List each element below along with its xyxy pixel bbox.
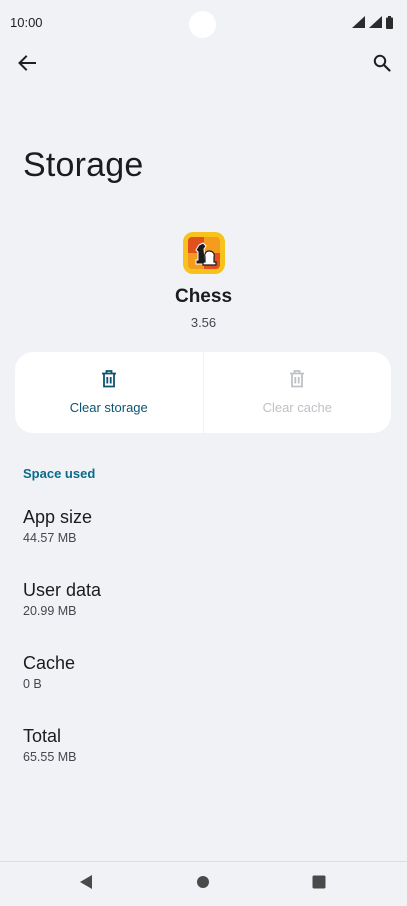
stat-app-size: App size 44.57 MB [23,507,92,545]
stat-value: 44.57 MB [23,531,77,545]
stat-label: User data [23,580,102,600]
nav-back-icon [79,874,93,895]
stat-value: 0 B [23,677,42,691]
camera-cutout [189,11,216,38]
search-button[interactable] [369,52,395,78]
search-icon [373,54,391,77]
wifi-icon [352,16,365,28]
chess-app-icon [182,232,225,274]
stat-label: App size [23,507,93,527]
stat-label: Cache [23,653,76,673]
nav-back-button[interactable] [64,862,108,906]
status-icons [352,15,393,29]
stat-cache: Cache 0 B [23,653,75,691]
nav-recents-icon [312,875,326,894]
stat-value: 65.55 MB [23,750,77,764]
stat-value: 20.99 MB [23,604,77,618]
app-name: Chess [174,286,233,307]
page-title: Storage [23,146,144,184]
trash-icon [289,370,305,393]
clear-storage-button[interactable]: Clear storage [15,352,203,433]
clear-storage-label: Clear storage [69,400,148,415]
stat-total: Total 65.55 MB [23,726,77,764]
back-button[interactable] [14,52,40,78]
system-nav-bar [0,861,407,906]
section-header-space-used: Space used [23,466,96,481]
clear-cache-button[interactable]: Clear cache [202,352,392,433]
app-version: 3.56 [190,315,217,330]
nav-home-icon [196,875,210,894]
clear-cache-label: Clear cache [262,400,332,415]
stat-user-data: User data 20.99 MB [23,580,101,618]
status-bar: 10:00 [0,0,407,44]
app-header: Chess 3.56 [0,232,407,330]
nav-home-button[interactable] [181,862,225,906]
app-bar [0,44,407,88]
battery-icon [386,15,393,29]
stat-label: Total [23,726,62,746]
arrow-back-icon [18,54,36,76]
signal-icon [369,16,382,28]
storage-actions-card: Clear storage Clear cache [15,352,391,433]
trash-icon [101,370,117,393]
nav-recents-button[interactable] [297,862,341,906]
status-time: 10:00 [10,15,43,30]
